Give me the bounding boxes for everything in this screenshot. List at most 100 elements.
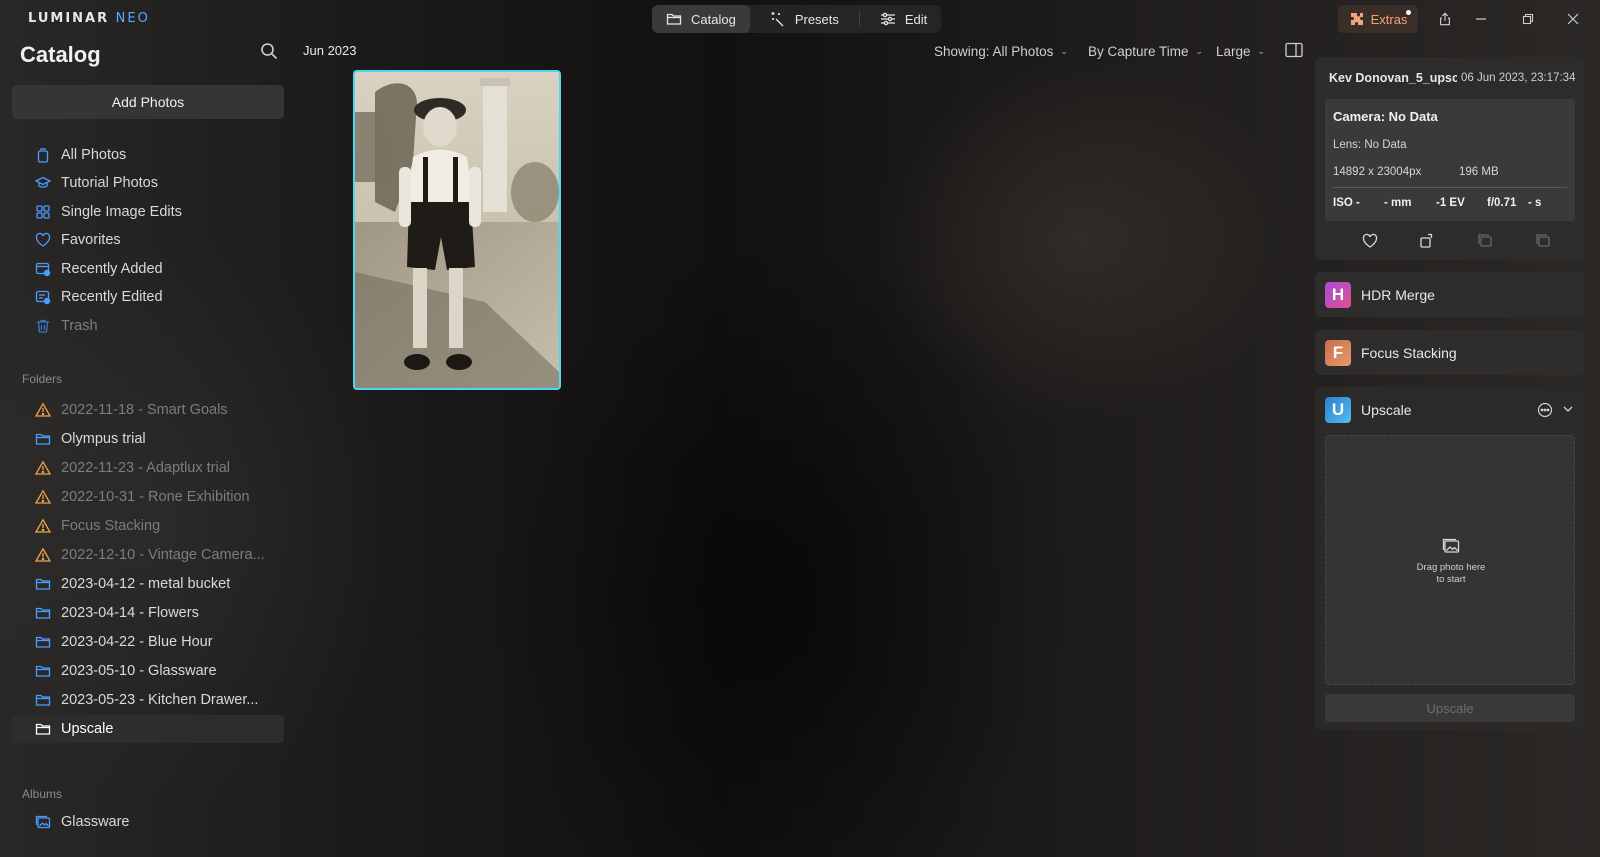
focus-stacking-tool[interactable]: F Focus Stacking	[1315, 330, 1585, 375]
warning-icon	[35, 518, 51, 533]
folder-item[interactable]: 2023-05-23 - Kitchen Drawer...	[12, 686, 284, 714]
date-group-label: Jun 2023	[303, 43, 357, 58]
more-options-icon[interactable]	[1537, 402, 1553, 418]
folder-label: Focus Stacking	[61, 518, 161, 534]
compare-icon[interactable]	[1477, 233, 1493, 249]
notification-dot	[1406, 10, 1411, 15]
share-button[interactable]	[1435, 9, 1455, 29]
showing-filter-label: Showing: All Photos	[934, 43, 1054, 59]
app-logo: LUMINAR NEO	[28, 11, 150, 26]
close-icon	[1567, 13, 1579, 25]
drop-line-1: Drag photo here	[1416, 562, 1486, 573]
exif-focal-length: - mm	[1384, 197, 1412, 209]
folder-icon	[35, 636, 51, 648]
extras-label: Extras	[1370, 11, 1408, 27]
sidebar-item-label: Trash	[61, 318, 98, 334]
hdr-merge-tool[interactable]: H HDR Merge	[1315, 272, 1585, 317]
folder-item[interactable]: 2022-11-23 - Adaptlux trial	[12, 454, 284, 482]
info-file-size: 196 MB	[1459, 166, 1499, 178]
album-item[interactable]: Glassware	[12, 808, 284, 836]
rotate-icon[interactable]	[1419, 233, 1435, 249]
sidebar-item-label: Recently Added	[61, 261, 163, 277]
thumbnail-size-dropdown[interactable]: Large ⌄	[1216, 42, 1265, 60]
exif-shutter: - s	[1528, 197, 1542, 209]
minimize-button[interactable]	[1471, 9, 1491, 29]
chevron-down-icon[interactable]	[1562, 403, 1574, 415]
folder-icon	[666, 13, 682, 25]
logo-accent-text: NEO	[115, 11, 150, 26]
folder-label: 2022-11-18 - Smart Goals	[61, 402, 228, 418]
upscale-icon: U	[1325, 397, 1351, 423]
folder-label: 2022-12-10 - Vintage Camera...	[61, 547, 265, 563]
photo-drop-zone[interactable]: Drag photo here to start	[1325, 435, 1575, 685]
sidebar-item-recently-edited[interactable]: Recently Edited	[12, 283, 284, 311]
share-icon	[1440, 12, 1450, 26]
exif-divider	[1333, 187, 1567, 188]
folder-label: 2022-11-23 - Adaptlux trial	[61, 460, 231, 476]
info-filename: Kev Donovan_5_upscale	[1329, 71, 1457, 85]
tab-edit[interactable]: Edit	[866, 5, 941, 33]
folder-item[interactable]: 2022-10-31 - Rone Exhibition	[12, 483, 284, 511]
minimize-icon	[1476, 18, 1486, 20]
folder-label: 2023-04-12 - metal bucket	[61, 576, 231, 592]
folder-label: 2023-05-10 - Glassware	[61, 663, 217, 679]
folder-item[interactable]: Focus Stacking	[12, 512, 284, 540]
close-button[interactable]	[1563, 9, 1583, 29]
graduation-cap-icon	[35, 176, 51, 188]
folder-item[interactable]: 2023-04-14 - Flowers	[12, 599, 284, 627]
upscale-header[interactable]: U Upscale	[1325, 397, 1412, 423]
sidebar-item-label: Single Image Edits	[61, 204, 182, 220]
heart-icon[interactable]	[1362, 233, 1378, 249]
photo-info-card: Kev Donovan_5_upscale 06 Jun 2023, 23:17…	[1315, 57, 1585, 260]
sidebar-item-recently-added[interactable]: Recently Added	[12, 255, 284, 283]
magic-wand-icon	[771, 12, 784, 27]
showing-filter-dropdown[interactable]: Showing: All Photos ⌄	[934, 42, 1068, 60]
folder-item[interactable]: 2023-04-22 - Blue Hour	[12, 628, 284, 656]
focus-stacking-label: Focus Stacking	[1361, 344, 1457, 361]
sidebar-item-label: Favorites	[61, 232, 121, 248]
recently-added-icon	[35, 262, 51, 277]
sidebar-item-trash[interactable]: Trash	[12, 312, 284, 340]
folder-item-selected[interactable]: Upscale	[12, 715, 284, 743]
upscale-button[interactable]: Upscale	[1325, 694, 1575, 722]
extras-button[interactable]: Extras	[1338, 5, 1418, 33]
image-drop-icon	[1442, 538, 1460, 553]
folder-label: Upscale	[61, 721, 114, 737]
folder-icon	[35, 723, 51, 735]
photo-image	[355, 72, 559, 388]
copy-icon[interactable]	[1535, 233, 1551, 249]
grid-icon	[36, 205, 50, 219]
panel-toggle-icon[interactable]	[1285, 42, 1303, 58]
hdr-merge-icon: H	[1325, 281, 1351, 308]
album-label: Glassware	[61, 814, 130, 830]
warning-icon	[35, 402, 51, 417]
tab-presets-label: Presets	[794, 11, 839, 27]
sidebar-item-all-photos[interactable]: All Photos	[12, 141, 284, 169]
folder-icon	[35, 433, 51, 445]
sort-dropdown[interactable]: By Capture Time ⌄	[1088, 42, 1203, 60]
trash-icon	[37, 319, 49, 333]
sidebar-item-single-image-edits[interactable]: Single Image Edits	[12, 198, 284, 226]
restore-button[interactable]	[1518, 9, 1538, 29]
folder-item[interactable]: 2022-11-18 - Smart Goals	[12, 396, 284, 424]
folder-icon	[35, 694, 51, 706]
warning-icon	[35, 489, 51, 504]
folder-item[interactable]: Olympus trial	[12, 425, 284, 453]
photo-thumbnail[interactable]	[353, 70, 561, 390]
tab-presets[interactable]: Presets	[756, 5, 853, 33]
add-photos-button[interactable]: Add Photos	[12, 85, 284, 119]
chevron-down-icon: ⌄	[1060, 45, 1068, 56]
sidebar-item-tutorial-photos[interactable]: Tutorial Photos	[12, 169, 284, 197]
folder-item[interactable]: 2023-05-10 - Glassware	[12, 657, 284, 685]
folder-item[interactable]: 2023-04-12 - metal bucket	[12, 570, 284, 598]
sidebar-item-favorites[interactable]: Favorites	[12, 226, 284, 254]
search-icon[interactable]	[260, 42, 278, 60]
page-title: Catalog	[20, 42, 101, 67]
folder-item[interactable]: 2022-12-10 - Vintage Camera...	[12, 541, 284, 569]
tab-edit-label: Edit	[904, 11, 928, 27]
info-camera: Camera: No Data	[1333, 109, 1438, 124]
info-dimensions: 14892 x 23004px	[1333, 166, 1422, 178]
sliders-icon	[880, 12, 895, 26]
folder-label: 2023-04-14 - Flowers	[61, 605, 199, 621]
tab-catalog[interactable]: Catalog	[652, 5, 750, 33]
